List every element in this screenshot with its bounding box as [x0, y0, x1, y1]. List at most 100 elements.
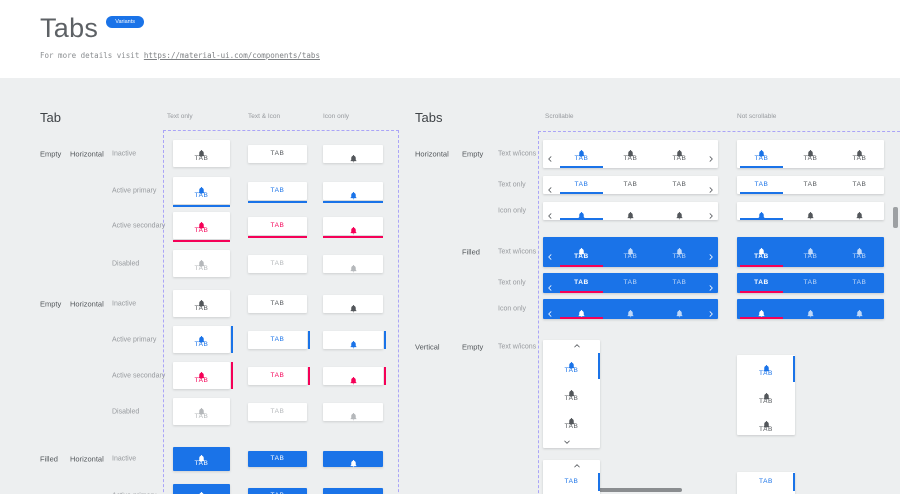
scroll-right-icon[interactable] [707, 181, 715, 189]
tab[interactable] [323, 182, 383, 200]
tab[interactable]: TAB [835, 140, 884, 168]
tab[interactable]: TAB [173, 140, 230, 167]
scroll-up-icon[interactable] [568, 342, 576, 350]
state-label: Disabled [112, 260, 139, 267]
tab[interactable]: TAB [655, 237, 704, 267]
tab[interactable]: TAB [173, 326, 230, 353]
docs-link[interactable]: https://material-ui.com/components/tabs [144, 51, 320, 60]
tab[interactable]: TAB [786, 237, 835, 267]
tab[interactable]: TAB [786, 273, 835, 293]
tab[interactable] [835, 202, 884, 220]
vertical-scrollbar-thumb[interactable] [893, 207, 898, 228]
tab[interactable]: TAB [835, 237, 884, 267]
tab[interactable]: TAB [737, 355, 795, 383]
tab[interactable] [557, 202, 606, 220]
tab[interactable]: TAB [737, 472, 795, 492]
tab[interactable]: TAB [173, 177, 230, 204]
scroll-down-button[interactable] [543, 436, 600, 448]
tab[interactable]: TAB [173, 398, 230, 425]
tab[interactable]: TAB [248, 255, 307, 273]
tab[interactable]: TAB [248, 367, 307, 385]
tab[interactable] [323, 403, 383, 421]
tab[interactable]: TAB [543, 352, 600, 380]
tab[interactable]: TAB [786, 140, 835, 168]
tab[interactable]: TAB [737, 411, 795, 439]
tab[interactable] [655, 299, 704, 319]
tab[interactable] [323, 488, 383, 494]
tab[interactable]: TAB [557, 273, 606, 293]
scroll-down-icon[interactable] [568, 438, 576, 446]
tab[interactable]: TAB [606, 273, 655, 293]
tab[interactable] [323, 331, 383, 349]
tab[interactable] [323, 295, 383, 313]
tab[interactable] [323, 367, 383, 385]
tab[interactable]: TAB [606, 176, 655, 194]
tab[interactable]: TAB [655, 176, 704, 194]
tab[interactable]: TAB [173, 290, 230, 317]
active-indicator [173, 205, 230, 207]
tab[interactable]: TAB [173, 212, 230, 239]
tab[interactable]: TAB [737, 176, 786, 194]
tab[interactable]: TAB [737, 273, 786, 293]
tab[interactable]: TAB [557, 140, 606, 168]
scroll-left-icon[interactable] [546, 150, 554, 158]
scroll-right-icon[interactable] [707, 207, 715, 215]
tab[interactable]: TAB [173, 250, 230, 277]
tab[interactable]: TAB [543, 380, 600, 408]
tab[interactable] [323, 451, 383, 467]
tab[interactable]: TAB [248, 451, 307, 467]
tab[interactable] [737, 202, 786, 220]
tab[interactable]: TAB [543, 472, 600, 492]
scroll-left-icon[interactable] [546, 248, 554, 256]
tab[interactable] [323, 217, 383, 235]
tab[interactable] [737, 299, 786, 319]
bell-icon [349, 150, 358, 159]
scroll-left-icon[interactable] [546, 181, 554, 189]
tab[interactable] [606, 202, 655, 220]
scroll-right-icon[interactable] [707, 305, 715, 313]
tab[interactable]: TAB [557, 237, 606, 267]
scroll-left-icon[interactable] [546, 305, 554, 313]
tab[interactable] [786, 202, 835, 220]
tab[interactable]: TAB [248, 488, 307, 494]
tab[interactable]: TAB [835, 176, 884, 194]
tab[interactable]: TAB [737, 237, 786, 267]
tab[interactable] [655, 202, 704, 220]
tab[interactable]: TAB [557, 176, 606, 194]
tab[interactable]: TAB [606, 140, 655, 168]
tab[interactable]: TAB [173, 447, 230, 471]
tab[interactable]: TAB [606, 237, 655, 267]
scroll-up-icon[interactable] [568, 462, 576, 470]
tab[interactable]: TAB [737, 140, 786, 168]
scroll-right-icon[interactable] [707, 279, 715, 287]
scroll-left-icon[interactable] [546, 279, 554, 287]
scroll-up-button[interactable] [543, 340, 600, 352]
bell-icon [806, 243, 815, 252]
tab[interactable]: TAB [543, 408, 600, 436]
tab[interactable]: TAB [655, 140, 704, 168]
tab[interactable] [557, 299, 606, 319]
bell-icon [349, 300, 358, 309]
tab[interactable]: TAB [248, 145, 307, 163]
tab[interactable]: TAB [248, 217, 307, 235]
tab[interactable] [323, 145, 383, 163]
tab[interactable]: TAB [248, 182, 307, 200]
tab[interactable]: TAB [248, 295, 307, 313]
tab-bar: TABTABTAB [543, 176, 718, 194]
scroll-right-icon[interactable] [707, 150, 715, 158]
tab[interactable]: TAB [655, 273, 704, 293]
tab[interactable]: TAB [835, 273, 884, 293]
tab[interactable]: TAB [248, 403, 307, 421]
tab[interactable] [323, 255, 383, 273]
scroll-up-button[interactable] [543, 460, 600, 472]
tab[interactable] [786, 299, 835, 319]
tab[interactable]: TAB [786, 176, 835, 194]
scroll-left-icon[interactable] [546, 207, 554, 215]
tab[interactable] [835, 299, 884, 319]
scroll-right-icon[interactable] [707, 248, 715, 256]
tab[interactable]: TAB [248, 331, 307, 349]
tab[interactable] [606, 299, 655, 319]
tab[interactable]: TAB [737, 383, 795, 411]
tab[interactable]: TAB [173, 484, 230, 494]
tab[interactable]: TAB [173, 362, 230, 389]
